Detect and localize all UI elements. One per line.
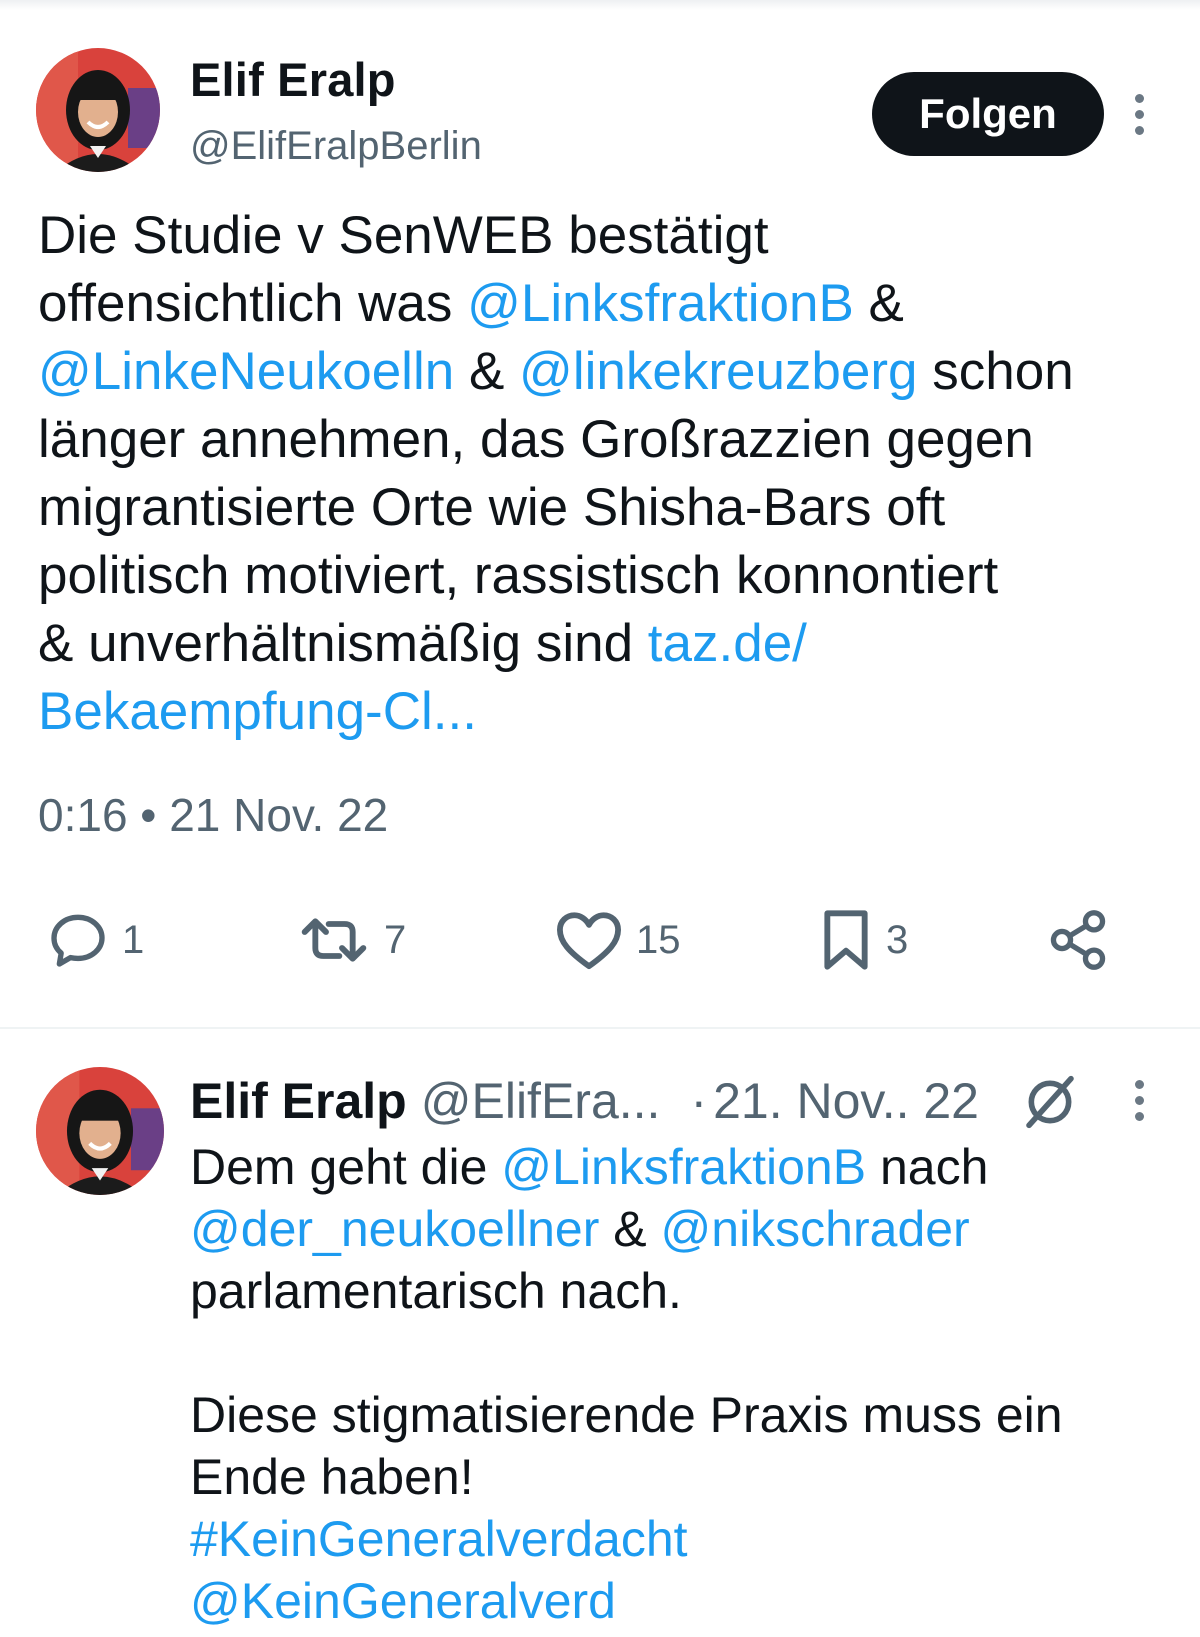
bookmark-icon [824, 910, 868, 970]
mention-link[interactable]: @linkekreuzberg [519, 342, 917, 401]
reply-more-options-icon[interactable] [1129, 1080, 1149, 1121]
edited-icon[interactable] [1022, 1074, 1078, 1135]
avatar[interactable] [36, 48, 160, 172]
tweet-text: Die Studie v SenWEB bestätigt offensicht… [38, 202, 1178, 746]
bookmark-count: 3 [886, 917, 909, 962]
retweet-count: 7 [384, 917, 407, 962]
like-button[interactable]: 15 [554, 900, 681, 980]
divider [0, 1027, 1200, 1029]
text-segment: & [599, 1201, 661, 1257]
mention-link[interactable]: @LinkeNeukoelln [38, 342, 454, 401]
bookmark-button[interactable]: 3 [818, 900, 908, 980]
heart-icon [557, 912, 621, 970]
mention-link[interactable]: @der_neukoellner [190, 1201, 599, 1257]
top-edge [0, 0, 1200, 10]
mention-link[interactable]: @LinksfraktionB [501, 1139, 866, 1195]
text-segment: nach [879, 1139, 989, 1195]
hashtag-link[interactable]: #KeinGeneralverdacht [190, 1511, 688, 1567]
follow-button[interactable]: Folgen [872, 72, 1104, 156]
reply-separator: · [690, 1073, 708, 1129]
more-options-icon[interactable] [1129, 94, 1149, 135]
reply-count: 1 [122, 917, 145, 962]
share-button[interactable] [1046, 900, 1110, 980]
avatar-image [36, 48, 160, 172]
avatar-image [36, 1067, 164, 1195]
reply-author-name[interactable]: Elif Eralp [190, 1072, 407, 1130]
tweet-actions: 1 7 15 3 [0, 900, 1200, 980]
tweet-timestamp[interactable]: 0:16 • 21 Nov. 22 [38, 788, 388, 842]
mention-link[interactable]: @nikschrader [661, 1201, 970, 1257]
share-icon [1050, 910, 1106, 970]
text-segment: & [868, 274, 904, 333]
text-segment: & [454, 342, 520, 401]
reply-icon [51, 914, 105, 967]
reply-date[interactable]: 21. Nov.. 22 [713, 1072, 979, 1130]
author-name[interactable]: Elif Eralp [190, 52, 396, 107]
reply-avatar[interactable] [36, 1067, 164, 1195]
like-count: 15 [636, 917, 681, 962]
author-handle[interactable]: @ElifEralpBerlin [190, 124, 482, 169]
retweet-icon [301, 918, 367, 962]
text-segment: Dem geht die [190, 1139, 502, 1195]
reply-header: Elif Eralp @ElifEra... · 21. Nov.. 22 [190, 1072, 979, 1130]
reply-button[interactable]: 1 [46, 900, 144, 980]
reply-author-handle[interactable]: @ElifEra... [421, 1072, 661, 1130]
mention-link[interactable]: @KeinGeneralverd [190, 1573, 616, 1629]
edited-icon-glyph [1026, 1075, 1074, 1129]
mention-link[interactable]: @LinksfraktionB [467, 274, 854, 333]
retweet-button[interactable]: 7 [296, 900, 406, 980]
text-segment: parlamentarisch nach. Diese stigmatisier… [190, 1263, 1063, 1505]
reply-text: Dem geht die @LinksfraktionB nach @der_n… [190, 1136, 1180, 1632]
